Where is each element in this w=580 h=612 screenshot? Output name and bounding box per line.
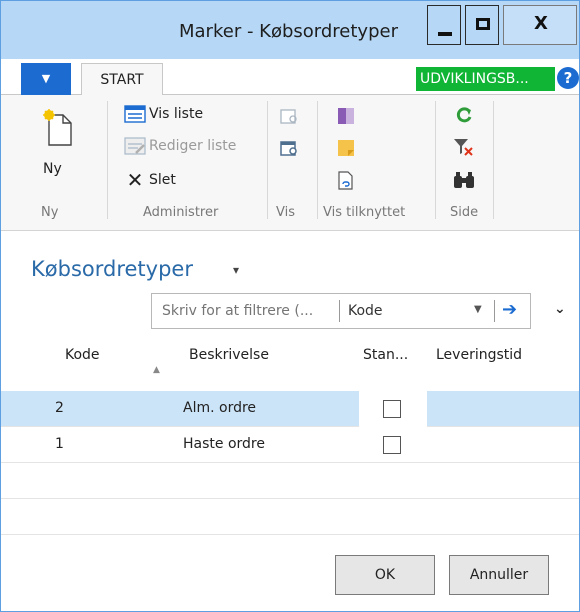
- show-list-button[interactable]: Vis liste: [124, 105, 203, 123]
- cell-code: 2: [55, 400, 64, 416]
- delete-button[interactable]: ✕ Slet: [124, 168, 176, 192]
- cell-description: Haste ordre: [183, 436, 265, 452]
- column-header-standard[interactable]: Stan...: [363, 347, 408, 363]
- environment-badge: UDVIKLINGSB...: [416, 67, 555, 91]
- arrow-right-icon[interactable]: ➔: [502, 299, 517, 320]
- ribbon-group-new: Ny Ny: [1, 95, 106, 227]
- view-details-icon[interactable]: [280, 141, 300, 157]
- edit-list-icon: [124, 137, 146, 155]
- sort-ascending-icon: ▲: [153, 365, 160, 375]
- delete-x-icon: ✕: [126, 168, 144, 192]
- table-row[interactable]: 1 Haste ordre: [1, 427, 579, 463]
- window-title: Marker - Købsordretyper: [179, 21, 398, 42]
- empty-row: [1, 463, 579, 499]
- filter-input[interactable]: [152, 294, 337, 328]
- standard-checkbox[interactable]: [383, 436, 401, 454]
- title-bar: Marker - Købsordretyper X: [1, 1, 579, 59]
- column-header-lead-time[interactable]: Leveringstid: [436, 347, 522, 363]
- cell-standard: [359, 391, 427, 427]
- cancel-button[interactable]: Annuller: [449, 555, 549, 595]
- standard-checkbox[interactable]: [383, 400, 401, 418]
- triangle-down-icon: ▼: [41, 72, 51, 85]
- onenote-icon[interactable]: [336, 107, 356, 125]
- edit-list-button[interactable]: Rediger liste: [124, 137, 236, 155]
- filter-divider: [339, 300, 340, 322]
- minimize-icon: [438, 32, 452, 36]
- new-button-label: Ny: [43, 161, 62, 177]
- column-header-code[interactable]: Kode: [65, 347, 100, 363]
- maximize-button[interactable]: [465, 5, 499, 45]
- dialog-window: Marker - Købsordretyper X ▼ START UDVIKL…: [0, 0, 580, 612]
- ribbon-group-attached: Vis tilknyttet: [318, 95, 434, 227]
- cell-description: Alm. ordre: [183, 400, 257, 416]
- show-list-label: Vis liste: [149, 106, 204, 122]
- view-icon[interactable]: [280, 109, 300, 125]
- ok-button[interactable]: OK: [335, 555, 435, 595]
- app-menu-button[interactable]: ▼: [21, 63, 71, 95]
- ribbon: Ny Ny Vis liste Rediger liste ✕ Slet Adm…: [1, 95, 579, 231]
- ribbon-group-label: Side: [450, 205, 479, 220]
- table-row[interactable]: 2 Alm. ordre: [1, 391, 579, 427]
- triangle-down-icon[interactable]: ▼: [474, 304, 482, 315]
- cell-standard: [359, 427, 427, 463]
- page-title[interactable]: Købsordretyper: [31, 257, 193, 281]
- ribbon-group-label: Vis: [276, 205, 295, 220]
- ribbon-group-label: Ny: [41, 205, 59, 220]
- close-button[interactable]: X: [503, 5, 577, 45]
- help-icon[interactable]: ?: [557, 67, 579, 89]
- tab-start[interactable]: START: [81, 63, 163, 96]
- ribbon-group-label: Vis tilknyttet: [323, 205, 406, 220]
- grid-header: Kode ▲ Beskrivelse Stan... Leveringstid: [1, 331, 579, 391]
- delete-label: Slet: [149, 172, 176, 188]
- new-button[interactable]: Ny: [41, 109, 85, 189]
- close-icon: X: [534, 13, 548, 34]
- refresh-icon[interactable]: [454, 105, 474, 125]
- new-document-icon: [43, 109, 72, 146]
- ribbon-group-view: Vis: [268, 95, 316, 227]
- ribbon-group-page: Side: [436, 95, 492, 227]
- chevron-down-icon[interactable]: ▾: [233, 263, 239, 277]
- column-header-description[interactable]: Beskrivelse: [189, 347, 269, 363]
- ribbon-separator: [493, 101, 494, 219]
- ribbon-tab-bar: ▼ START UDVIKLINGSB... ?: [1, 59, 579, 96]
- filter-bar: Kode ▼ ➔: [151, 293, 531, 329]
- note-icon[interactable]: [336, 139, 356, 157]
- chevron-down-icon[interactable]: ⌄: [554, 301, 566, 317]
- cell-code: 1: [55, 436, 64, 452]
- ribbon-group-manage: Vis liste Rediger liste ✕ Slet Administr…: [108, 95, 266, 227]
- ribbon-group-label: Administrer: [143, 205, 219, 220]
- edit-list-label: Rediger liste: [149, 138, 237, 154]
- show-list-icon: [124, 105, 146, 123]
- links-icon[interactable]: [336, 171, 356, 191]
- find-binoculars-icon[interactable]: [453, 171, 475, 189]
- minimize-button[interactable]: [427, 5, 461, 45]
- filter-field-select[interactable]: Kode: [348, 303, 383, 319]
- clear-filter-icon[interactable]: [453, 137, 475, 157]
- maximize-icon: [476, 18, 490, 30]
- filter-divider: [494, 300, 495, 322]
- empty-row: [1, 499, 579, 535]
